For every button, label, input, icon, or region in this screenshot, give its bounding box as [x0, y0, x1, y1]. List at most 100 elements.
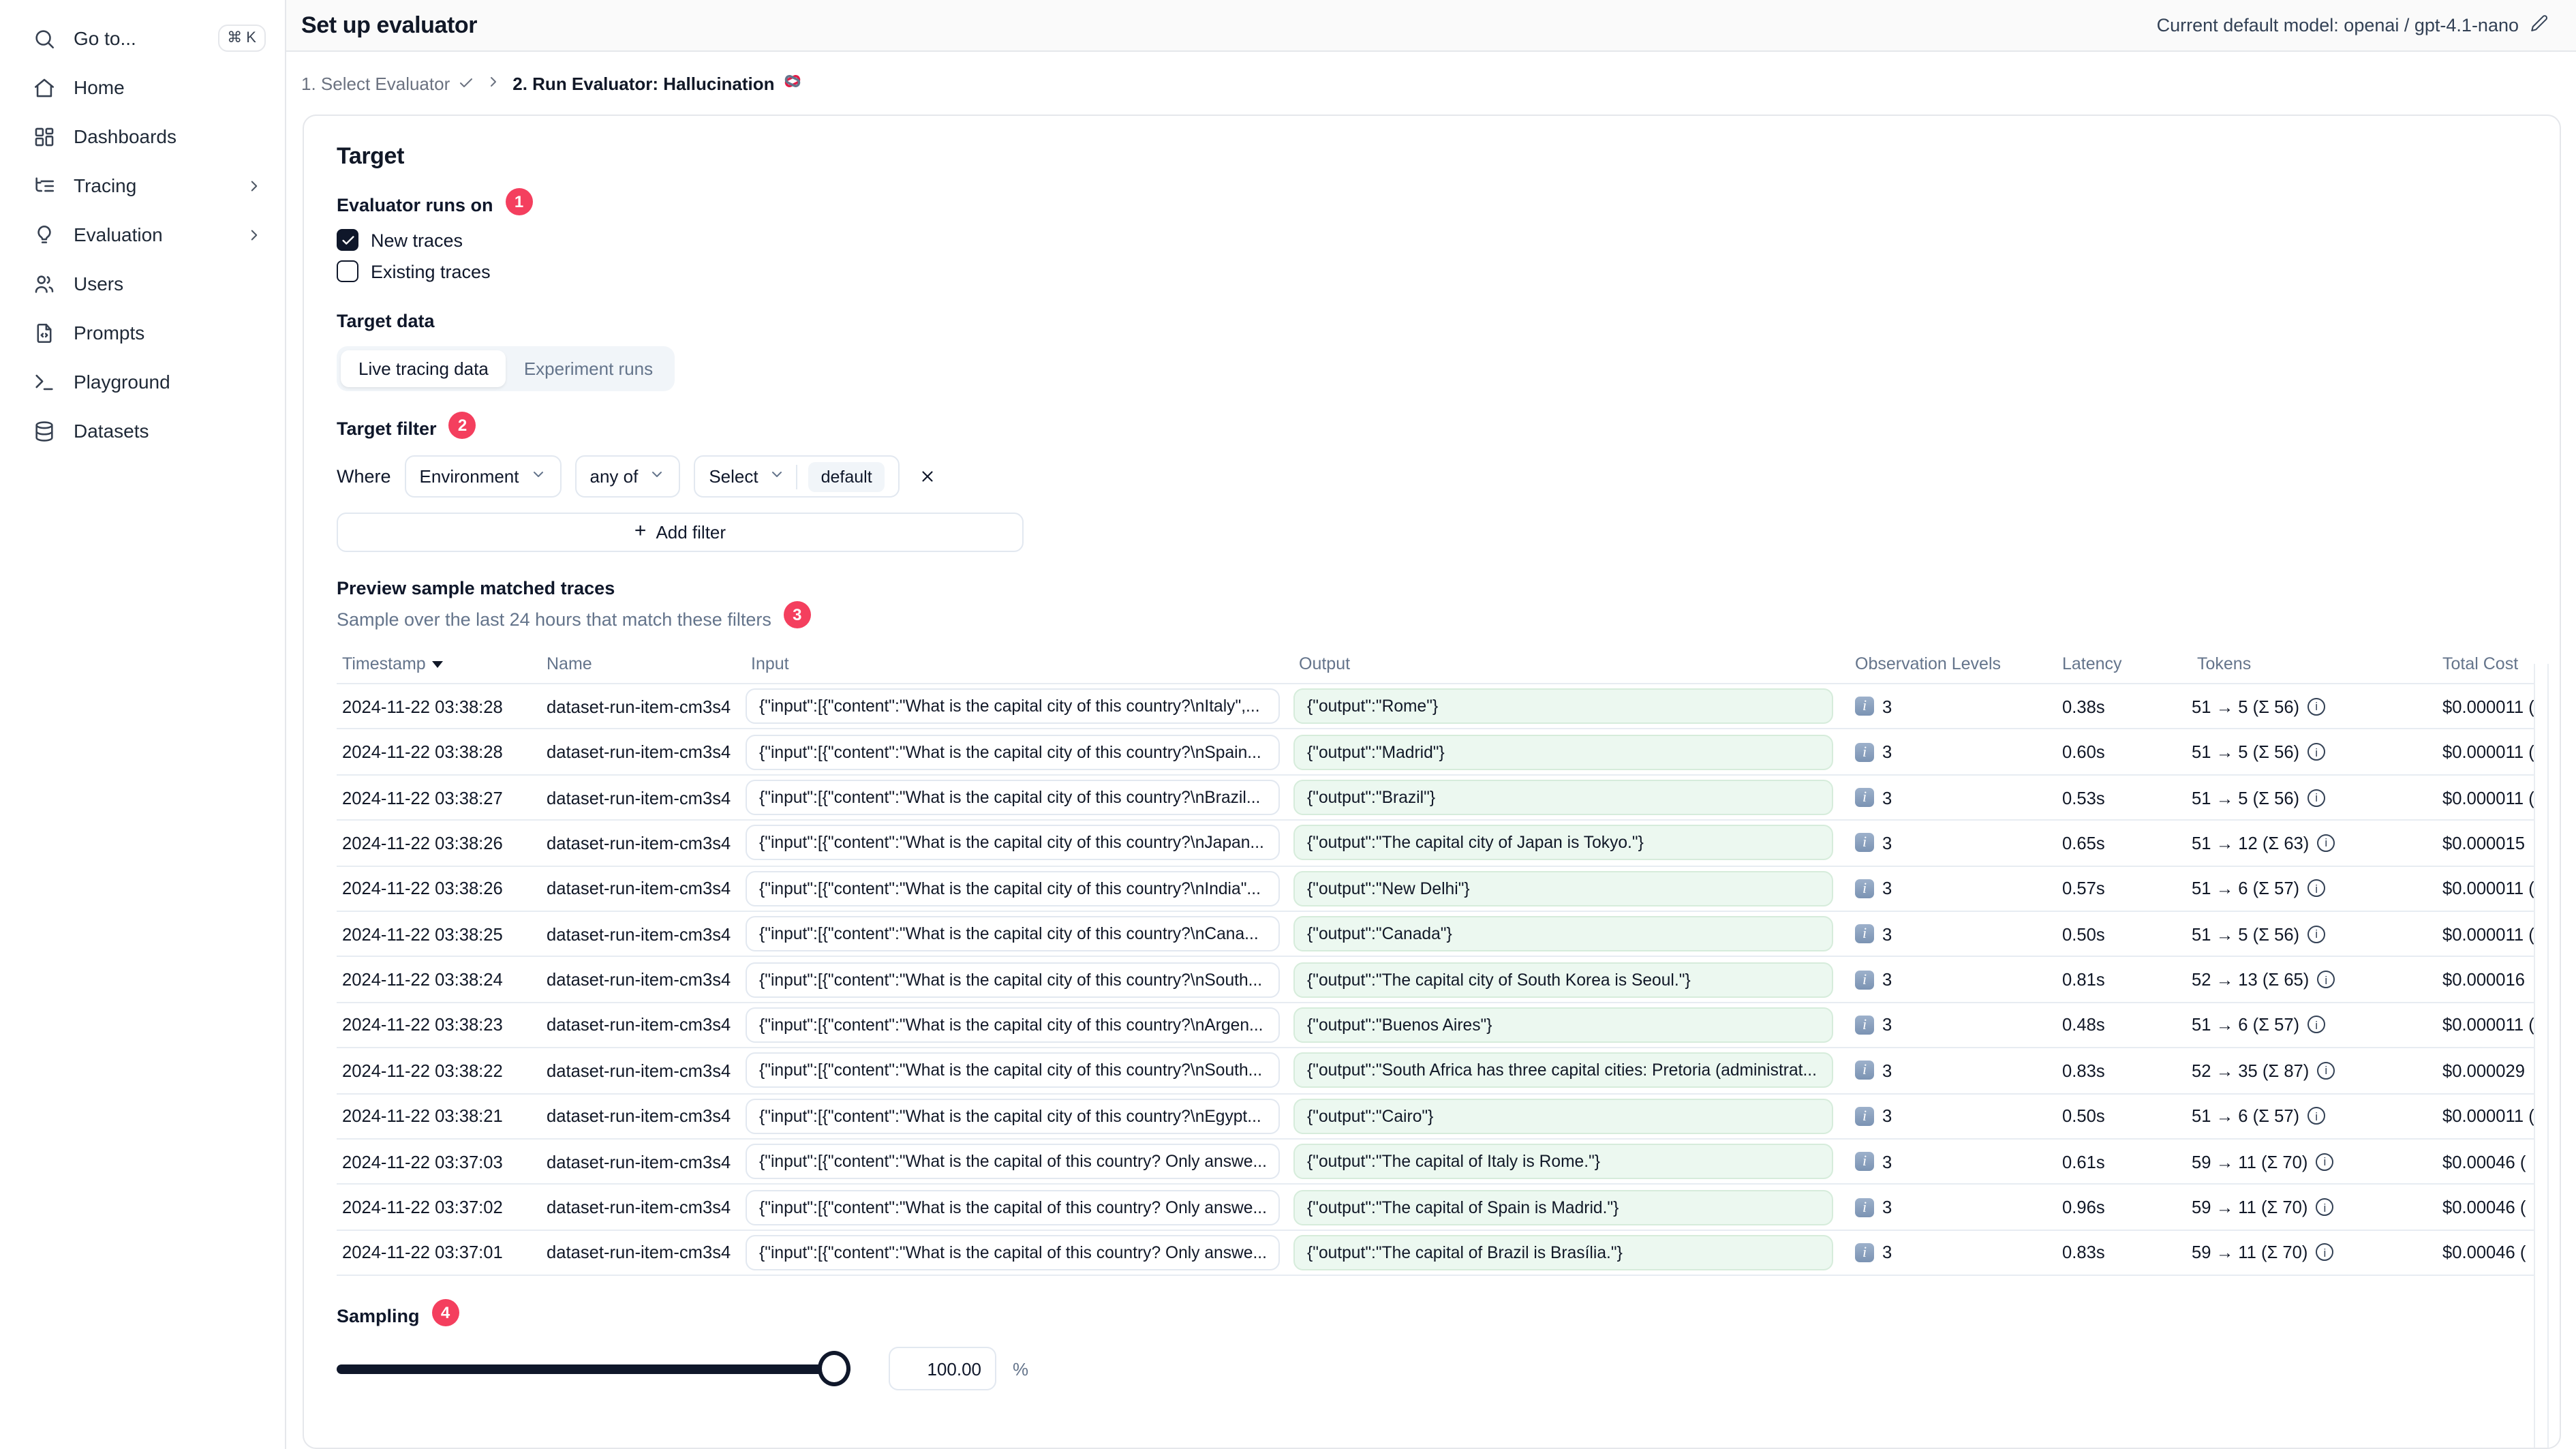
table-row: 2024-11-22 03:37:03 dataset-run-item-cm3…	[337, 1140, 2534, 1185]
cell-input[interactable]: {"input":[{"content":"What is the capita…	[746, 1144, 1280, 1180]
sidebar-item-tracing[interactable]: Tracing	[0, 161, 285, 210]
cell-input[interactable]: {"input":[{"content":"What is the capita…	[746, 780, 1280, 816]
cell-observation-level: i 3	[1850, 1106, 2057, 1127]
cell-total-cost: $0.000011 (	[2442, 696, 2534, 717]
cell-input[interactable]: {"input":[{"content":"What is the capita…	[746, 734, 1280, 770]
info-circle-icon[interactable]: i	[2317, 834, 2335, 852]
chevron-right-icon	[243, 223, 266, 246]
sidebar-item-evaluation[interactable]: Evaluation	[0, 210, 285, 259]
column-label: Tokens	[2197, 654, 2252, 674]
check-icon	[460, 78, 473, 88]
cell-output[interactable]: {"output":"Brazil"}	[1293, 780, 1833, 816]
sampling-slider[interactable]	[337, 1351, 850, 1387]
cell-output[interactable]: {"output":"Madrid"}	[1293, 734, 1833, 770]
column-header-total-cost[interactable]: Total Cost	[2437, 654, 2534, 673]
sidebar-item-prompts[interactable]: Prompts	[0, 308, 285, 357]
cell-input[interactable]: {"input":[{"content":"What is the capita…	[746, 1007, 1280, 1043]
edit-model-button[interactable]	[2530, 14, 2549, 37]
table-scrollbar[interactable]	[2534, 664, 2549, 1448]
info-circle-icon[interactable]: i	[2317, 971, 2335, 989]
info-circle-icon[interactable]: i	[2307, 879, 2326, 898]
sidebar-item-home[interactable]: Home	[0, 63, 285, 112]
tab-live-tracing-data[interactable]: Live tracing data	[341, 350, 506, 388]
cell-input[interactable]: {"input":[{"content":"What is the capita…	[746, 962, 1280, 998]
cell-output[interactable]: {"output":"The capital of Spain is Madri…	[1293, 1189, 1833, 1225]
column-header-observation-levels[interactable]: Observation Levels	[1850, 654, 2057, 673]
search-icon	[33, 27, 56, 50]
slider-thumb[interactable]	[818, 1351, 850, 1387]
column-header-latency[interactable]: Latency	[2057, 654, 2192, 673]
info-circle-icon[interactable]: i	[2307, 1016, 2326, 1034]
cell-input[interactable]: {"input":[{"content":"What is the capita…	[746, 825, 1280, 861]
cell-output[interactable]: {"output":"The capital city of Japan is …	[1293, 825, 1833, 861]
filter-value-select[interactable]: Select default	[694, 455, 900, 498]
step-badge-4: 4	[431, 1299, 459, 1327]
tab-experiment-runs[interactable]: Experiment runs	[506, 350, 671, 387]
info-circle-icon[interactable]: i	[2316, 1243, 2334, 1262]
sidebar-item-datasets[interactable]: Datasets	[0, 406, 285, 455]
cell-input[interactable]: {"input":[{"content":"What is the capita…	[746, 916, 1280, 952]
cell-input[interactable]: {"input":[{"content":"What is the capita…	[746, 870, 1280, 906]
add-filter-button[interactable]: + Add filter	[337, 513, 1024, 553]
cell-total-cost: $0.000011 (	[2442, 1105, 2534, 1127]
cell-output[interactable]: {"output":"The capital of Italy is Rome.…	[1293, 1144, 1833, 1180]
sidebar-item-playground[interactable]: Playground	[0, 357, 285, 406]
column-header-output[interactable]: Output	[1293, 654, 1850, 673]
cell-observation-level: i 3	[1850, 742, 2057, 762]
checkbox-new-traces[interactable]: New traces	[337, 229, 2534, 251]
breadcrumb-step-1[interactable]: 1. Select Evaluator	[301, 73, 474, 93]
cell-input[interactable]: {"input":[{"content":"What is the capita…	[746, 1052, 1280, 1088]
cell-input[interactable]: {"input":[{"content":"What is the capita…	[746, 1234, 1280, 1270]
cell-output[interactable]: {"output":"Buenos Aires"}	[1293, 1007, 1833, 1043]
observation-level-value: 3	[1882, 1105, 1892, 1127]
cell-timestamp: 2024-11-22 03:38:28	[342, 742, 503, 763]
checkbox-existing-traces[interactable]: Existing traces	[337, 260, 2534, 283]
column-header-name[interactable]: Name	[541, 654, 746, 673]
cell-input[interactable]: {"input":[{"content":"What is the capita…	[746, 688, 1280, 724]
cell-name: dataset-run-item-cm3s4	[547, 1197, 731, 1218]
goto-search[interactable]: Go to... ⌘ K	[0, 14, 285, 63]
cell-output[interactable]: {"output":"Cairo"}	[1293, 1098, 1833, 1134]
info-circle-icon[interactable]: i	[2307, 789, 2326, 807]
sidebar-item-users[interactable]: Users	[0, 259, 285, 308]
cell-tokens: 51 → 12 (Σ 63) i	[2192, 833, 2437, 853]
filter-column-select[interactable]: Environment	[404, 455, 562, 498]
cell-observation-level: i 3	[1850, 1242, 2057, 1263]
filter-operator-select[interactable]: any of	[574, 455, 681, 498]
remove-filter-button[interactable]	[913, 461, 943, 491]
cell-output[interactable]: {"output":"The capital of Brazil is Bras…	[1293, 1234, 1833, 1270]
sidebar-item-dashboards[interactable]: Dashboards	[0, 112, 285, 161]
cell-output[interactable]: {"output":"Rome"}	[1293, 688, 1833, 724]
info-circle-icon[interactable]: i	[2307, 743, 2326, 761]
breadcrumb: 1. Select Evaluator 2. Run Evaluator: Ha…	[286, 52, 2576, 112]
info-circle-icon[interactable]: i	[2307, 1107, 2326, 1125]
cell-output[interactable]: {"output":"Canada"}	[1293, 916, 1833, 952]
cell-observation-level: i 3	[1850, 1061, 2057, 1081]
cell-total-cost: $0.000015	[2442, 832, 2525, 853]
info-circle-icon[interactable]: i	[2307, 697, 2326, 716]
cell-latency: 0.81s	[2062, 969, 2105, 990]
column-header-input[interactable]: Input	[746, 654, 1293, 673]
cell-tokens: 59 → 11 (Σ 70) i	[2192, 1197, 2437, 1217]
info-circle-icon[interactable]: i	[2316, 1198, 2334, 1217]
cell-input[interactable]: {"input":[{"content":"What is the capita…	[746, 1189, 1280, 1225]
cell-output[interactable]: {"output":"South Africa has three capita…	[1293, 1052, 1833, 1088]
filter-operator-value: any of	[589, 466, 639, 487]
add-filter-label: Add filter	[656, 522, 726, 543]
cell-output[interactable]: {"output":"The capital city of South Kor…	[1293, 962, 1833, 998]
cell-timestamp: 2024-11-22 03:38:21	[342, 1105, 503, 1127]
observation-level-value: 3	[1882, 969, 1892, 990]
cell-tokens: 51 → 6 (Σ 57) i	[2192, 879, 2437, 899]
lightbulb-icon	[33, 223, 56, 246]
sampling-percent-input[interactable]	[889, 1347, 996, 1391]
info-square-icon: i	[1855, 1015, 1874, 1035]
cell-output[interactable]: {"output":"New Delhi"}	[1293, 870, 1833, 906]
sort-desc-icon	[432, 660, 444, 668]
filter-row: Where Environment any of Select default	[337, 455, 2534, 498]
column-header-timestamp[interactable]: Timestamp	[337, 654, 541, 673]
info-circle-icon[interactable]: i	[2317, 1061, 2335, 1080]
info-circle-icon[interactable]: i	[2316, 1153, 2334, 1171]
info-circle-icon[interactable]: i	[2307, 925, 2326, 943]
column-header-tokens[interactable]: Tokens	[2192, 654, 2437, 673]
cell-input[interactable]: {"input":[{"content":"What is the capita…	[746, 1098, 1280, 1134]
